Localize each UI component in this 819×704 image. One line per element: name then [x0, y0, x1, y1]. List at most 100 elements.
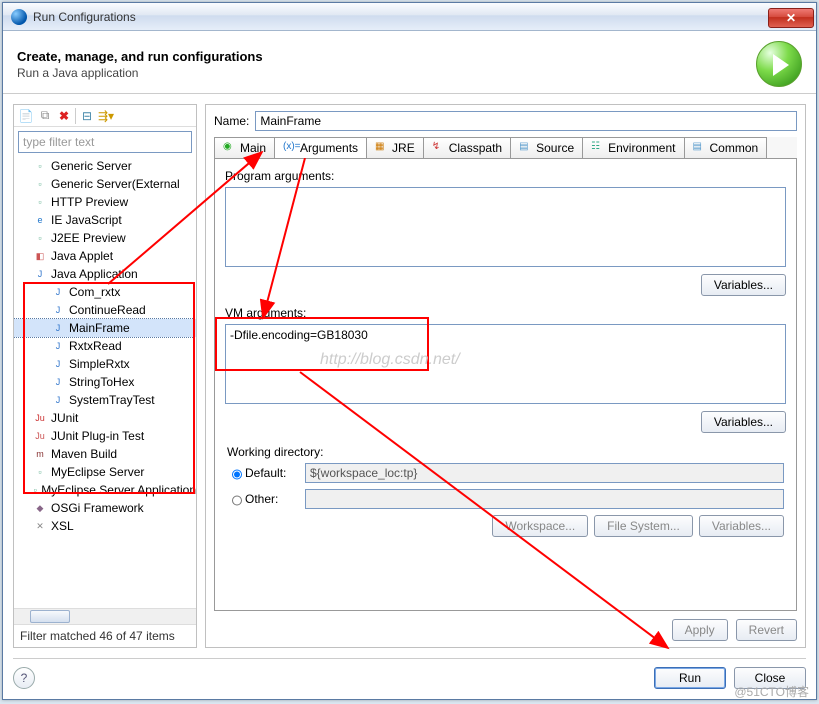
filter-input[interactable]: type filter text: [18, 131, 192, 153]
revert-button[interactable]: Revert: [736, 619, 797, 641]
left-toolbar: 📄 ⧉ ✖ ⊟ ⇶▾: [14, 105, 196, 127]
vm-vars-button[interactable]: Variables...: [701, 411, 786, 433]
tree-item[interactable]: JStringToHex: [14, 373, 196, 391]
filter-menu-button[interactable]: ⇶▾: [98, 108, 114, 124]
wd-workspace-button[interactable]: Workspace...: [492, 515, 588, 537]
wd-other-value: [305, 489, 784, 509]
tree-item-label: HTTP Preview: [51, 195, 128, 209]
vm-args-textarea[interactable]: [225, 324, 786, 404]
config-tree[interactable]: ▫Generic Server▫Generic Server(External▫…: [14, 157, 196, 608]
tab-main[interactable]: ◉Main: [214, 137, 275, 158]
title-bar: Run Configurations ✕: [3, 3, 816, 31]
server-icon: ▫: [32, 158, 48, 174]
delete-config-button[interactable]: ✖: [56, 108, 72, 124]
wd-other-radio[interactable]: [232, 494, 242, 507]
osgi-icon: ◆: [32, 500, 48, 516]
window-close-button[interactable]: ✕: [768, 8, 814, 28]
close-button[interactable]: Close: [734, 667, 806, 689]
tree-item[interactable]: ▫J2EE Preview: [14, 229, 196, 247]
tab-environment[interactable]: ☷Environment: [582, 137, 684, 158]
wd-other-label: Other:: [245, 492, 305, 506]
tree-item[interactable]: ▫MyEclipse Server Application: [14, 481, 196, 499]
wd-filesystem-button[interactable]: File System...: [594, 515, 693, 537]
program-vars-button[interactable]: Variables...: [701, 274, 786, 296]
tree-item[interactable]: JuJUnit: [14, 409, 196, 427]
tree-item[interactable]: ✕XSL: [14, 517, 196, 535]
name-label: Name:: [214, 114, 249, 128]
wd-default-radio[interactable]: [232, 468, 242, 481]
tree-item-label: XSL: [51, 519, 74, 533]
junit-plugin-icon: Ju: [32, 428, 48, 444]
jre-icon: ▦: [375, 141, 389, 155]
duplicate-config-button[interactable]: ⧉: [37, 108, 53, 124]
java-run-icon: J: [50, 320, 66, 336]
help-button[interactable]: ?: [13, 667, 35, 689]
tab-label: Main: [240, 141, 266, 155]
tree-item-label: JUnit Plug-in Test: [51, 429, 144, 443]
tree-item[interactable]: ◆OSGi Framework: [14, 499, 196, 517]
tree-item-label: SystemTrayTest: [69, 393, 155, 407]
tree-item[interactable]: ▫MyEclipse Server: [14, 463, 196, 481]
tree-item[interactable]: ◧Java Applet: [14, 247, 196, 265]
wd-default-label: Default:: [245, 466, 305, 480]
tree-item[interactable]: JMainFrame: [14, 319, 196, 337]
tree-item-label: Generic Server: [51, 159, 132, 173]
tree-item-label: Maven Build: [51, 447, 117, 461]
java-run-icon: J: [50, 284, 66, 300]
tree-item-label: OSGi Framework: [51, 501, 144, 515]
tree-item[interactable]: ▫Generic Server(External: [14, 175, 196, 193]
tree-item-label: MyEclipse Server Application: [41, 483, 196, 497]
tab-source[interactable]: ▤Source: [510, 137, 583, 158]
program-args-textarea[interactable]: [225, 187, 786, 267]
tree-item-label: Generic Server(External: [51, 177, 180, 191]
dialog-header: Create, manage, and run configurations R…: [3, 31, 816, 94]
working-dir-label: Working directory:: [227, 445, 784, 459]
tree-item[interactable]: JSystemTrayTest: [14, 391, 196, 409]
tab-common[interactable]: ▤Common: [684, 137, 768, 158]
tab-label: JRE: [392, 141, 415, 155]
tree-item[interactable]: JRxtxRead: [14, 337, 196, 355]
java-run-icon: J: [50, 356, 66, 372]
tree-item-label: IE JavaScript: [51, 213, 122, 227]
tree-item[interactable]: JJava Application: [14, 265, 196, 283]
server-icon: ▫: [32, 230, 48, 246]
wd-default-value: [305, 463, 784, 483]
tree-item[interactable]: ▫Generic Server: [14, 157, 196, 175]
app-icon: [11, 9, 27, 25]
tree-item[interactable]: eIE JavaScript: [14, 211, 196, 229]
tab-classpath[interactable]: ↯Classpath: [423, 137, 511, 158]
java-app-icon: J: [32, 266, 48, 282]
tree-item[interactable]: JCom_rxtx: [14, 283, 196, 301]
common-icon: ▤: [693, 141, 707, 155]
apply-button[interactable]: Apply: [672, 619, 728, 641]
maven-icon: m: [32, 446, 48, 462]
tree-item-label: ContinueRead: [69, 303, 146, 317]
junit-icon: Ju: [32, 410, 48, 426]
tree-item-label: RxtxRead: [69, 339, 122, 353]
wd-variables-button[interactable]: Variables...: [699, 515, 784, 537]
name-input[interactable]: [255, 111, 797, 131]
tree-item[interactable]: JuJUnit Plug-in Test: [14, 427, 196, 445]
run-button[interactable]: Run: [654, 667, 726, 689]
tree-item[interactable]: mMaven Build: [14, 445, 196, 463]
tab-arguments[interactable]: (x)=Arguments: [274, 137, 367, 158]
vm-args-label: VM arguments:: [225, 306, 786, 320]
tab-label: Common: [710, 141, 759, 155]
tree-item[interactable]: JSimpleRxtx: [14, 355, 196, 373]
filter-status: Filter matched 46 of 47 items: [14, 624, 196, 647]
tree-item[interactable]: ▫HTTP Preview: [14, 193, 196, 211]
tab-label: Classpath: [449, 141, 502, 155]
applet-icon: ◧: [32, 248, 48, 264]
java-run-icon: J: [50, 392, 66, 408]
header-subtitle: Run a Java application: [17, 66, 263, 80]
tree-item[interactable]: JContinueRead: [14, 301, 196, 319]
window-title: Run Configurations: [33, 10, 768, 24]
tree-item-label: MyEclipse Server: [51, 465, 144, 479]
collapse-all-button[interactable]: ⊟: [79, 108, 95, 124]
server-icon: ▫: [32, 194, 48, 210]
tree-scrollbar[interactable]: [14, 608, 196, 624]
server-icon: ▫: [32, 176, 48, 192]
classpath-icon: ↯: [432, 141, 446, 155]
tab-jre[interactable]: ▦JRE: [366, 137, 424, 158]
new-config-button[interactable]: 📄: [18, 108, 34, 124]
